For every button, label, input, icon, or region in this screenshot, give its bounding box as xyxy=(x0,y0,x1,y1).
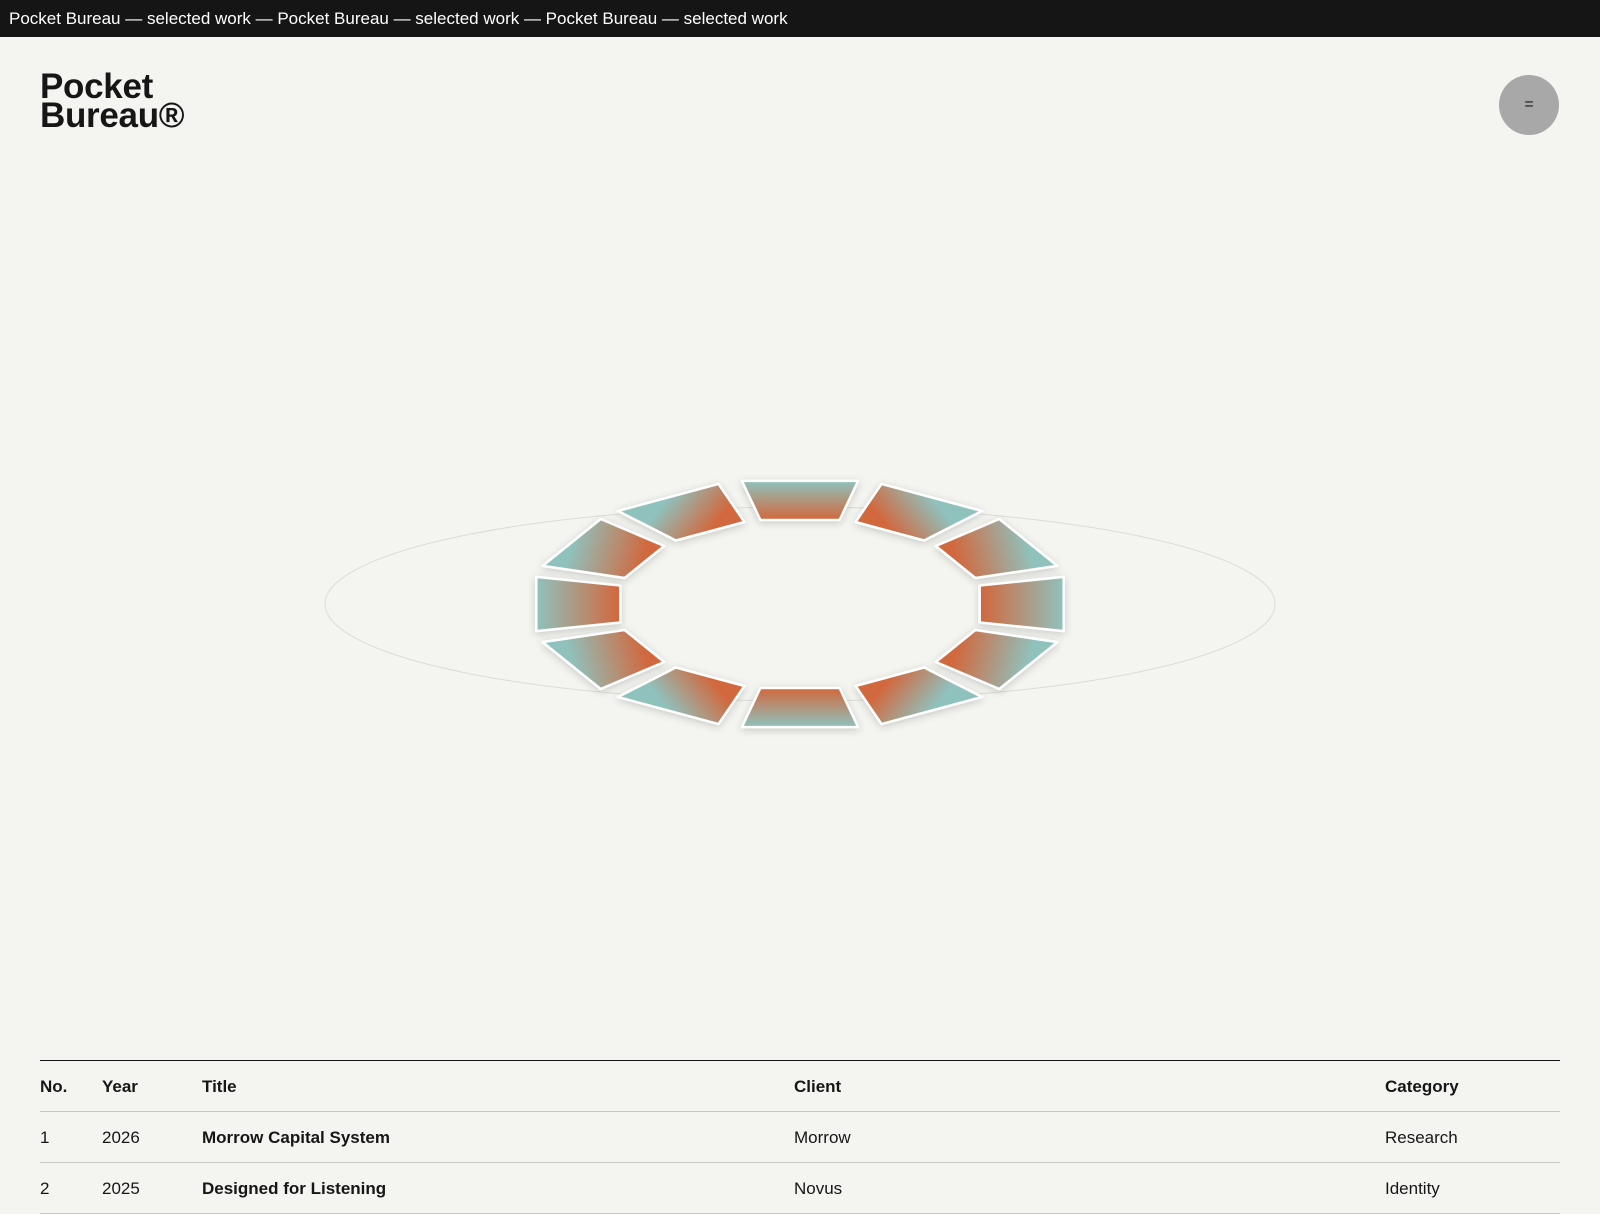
project-carousel[interactable] xyxy=(0,0,1600,1000)
column-header-title: Title xyxy=(202,1077,237,1096)
project-tile[interactable] xyxy=(854,482,984,542)
project-tile[interactable] xyxy=(616,666,746,726)
project-tile[interactable] xyxy=(541,517,666,580)
row-category: Identity xyxy=(1385,1179,1440,1198)
row-number: 2 xyxy=(40,1179,50,1198)
row-year: 2025 xyxy=(102,1179,140,1198)
projects-table: No. Year Title Client Category 1 2026 Mo… xyxy=(40,1060,1560,1214)
project-tile[interactable] xyxy=(854,666,984,726)
orbit-ellipse xyxy=(324,506,1276,702)
row-title: Designed for Listening xyxy=(202,1179,387,1198)
column-header-category: Category xyxy=(1385,1077,1459,1096)
project-tile[interactable] xyxy=(934,517,1059,580)
project-tile[interactable] xyxy=(535,575,622,633)
column-header-client: Client xyxy=(794,1077,842,1096)
project-tile[interactable] xyxy=(934,628,1059,691)
row-number: 1 xyxy=(40,1128,50,1147)
carousel-ring xyxy=(324,479,1276,729)
row-category: Research xyxy=(1385,1128,1458,1147)
project-tile[interactable] xyxy=(740,479,860,522)
table-header-row: No. Year Title Client Category xyxy=(40,1061,1560,1112)
row-client: Morrow xyxy=(794,1128,851,1147)
row-client: Novus xyxy=(794,1179,843,1198)
project-tile[interactable] xyxy=(541,628,666,691)
column-header-year: Year xyxy=(102,1077,138,1096)
project-tile[interactable] xyxy=(978,575,1065,633)
project-tile[interactable] xyxy=(740,686,860,729)
row-title: Morrow Capital System xyxy=(202,1128,390,1147)
table-row[interactable]: 2 2025 Designed for Listening Novus Iden… xyxy=(40,1163,1560,1214)
table-row[interactable]: 1 2026 Morrow Capital System Morrow Rese… xyxy=(40,1112,1560,1163)
project-tile[interactable] xyxy=(616,482,746,542)
row-year: 2026 xyxy=(102,1128,140,1147)
column-header-no: No. xyxy=(40,1077,68,1096)
